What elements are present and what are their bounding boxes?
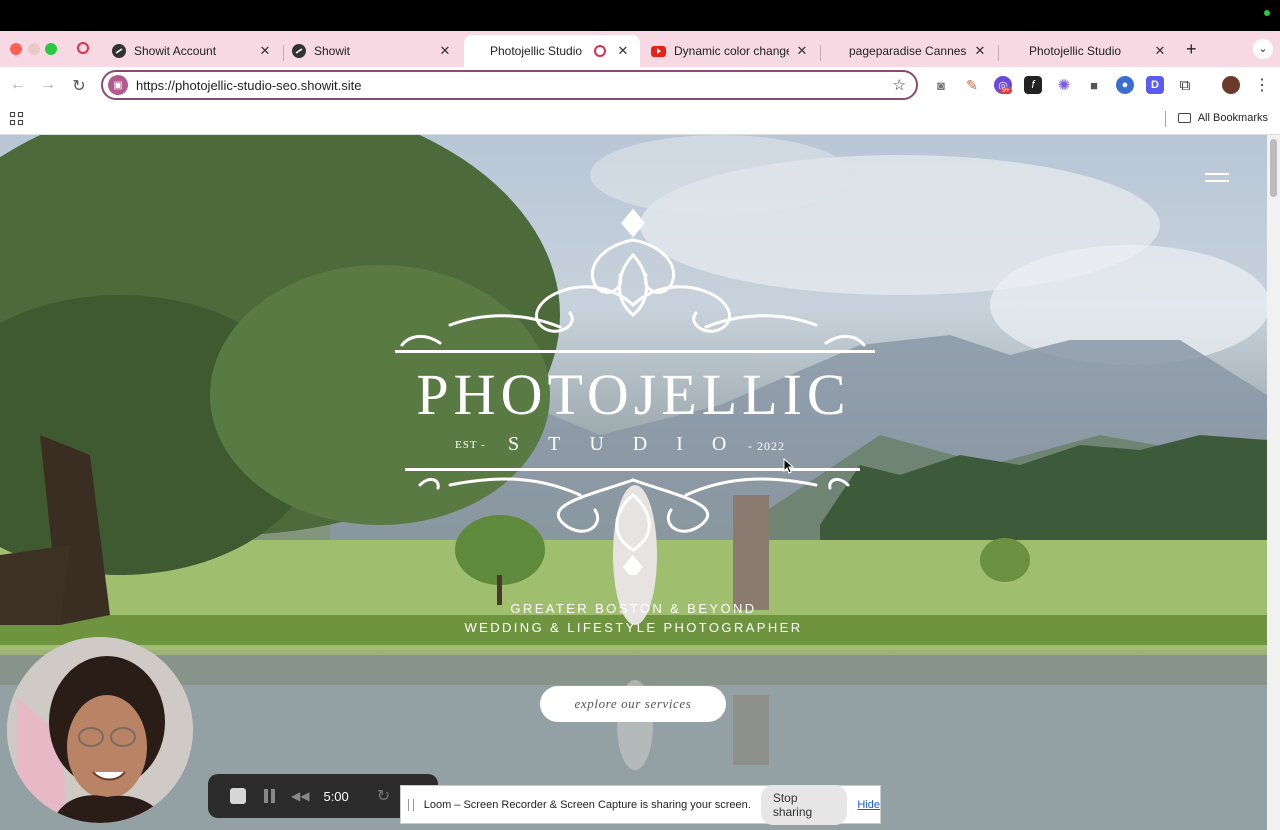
logo-year-label: - 2022 bbox=[748, 439, 785, 453]
tab-search-icon[interactable]: ⌄ bbox=[1253, 39, 1273, 59]
restart-icon[interactable]: ↻ bbox=[377, 786, 390, 806]
close-tab-icon[interactable]: ✕ bbox=[616, 43, 630, 59]
toolbar: ← → ↻ ▣ https://photojellic-studio-seo.s… bbox=[0, 67, 1280, 104]
logo-studio-label: STUDIO bbox=[508, 433, 756, 455]
explore-services-button[interactable]: explore our services bbox=[540, 686, 726, 722]
pen-icon[interactable]: ✎ bbox=[963, 76, 981, 94]
close-tab-icon[interactable]: ✕ bbox=[438, 43, 452, 59]
youtube-icon bbox=[651, 45, 666, 57]
d-extension-icon[interactable]: D bbox=[1146, 76, 1164, 94]
camera-indicator-icon bbox=[1264, 10, 1270, 16]
menu-hamburger-icon[interactable] bbox=[1205, 173, 1229, 183]
stop-sharing-button[interactable]: Stop sharing bbox=[760, 784, 848, 825]
tab-title: Photojellic Studio bbox=[490, 44, 583, 58]
bookmark-star-icon[interactable]: ☆ bbox=[893, 76, 906, 94]
drag-handle-icon[interactable] bbox=[408, 798, 414, 811]
logo-est-label: EST - bbox=[455, 439, 486, 451]
tab-title: Showit bbox=[314, 44, 351, 58]
close-tab-icon[interactable]: ✕ bbox=[258, 43, 272, 59]
all-bookmarks-button[interactable]: All Bookmarks bbox=[1177, 112, 1268, 124]
stop-recording-icon[interactable] bbox=[230, 788, 246, 804]
tab-title: pageparadise Cannes Sh bbox=[849, 44, 967, 58]
close-tab-icon[interactable]: ✕ bbox=[973, 43, 987, 59]
hide-link[interactable]: Hide bbox=[857, 799, 880, 811]
showit-icon bbox=[292, 44, 306, 58]
close-tab-icon[interactable]: ✕ bbox=[1153, 43, 1167, 59]
camera-icon[interactable]: ◙ bbox=[932, 76, 950, 94]
minimize-window-icon[interactable] bbox=[28, 43, 40, 55]
close-window-icon[interactable] bbox=[10, 43, 22, 55]
tab-photojellic-active[interactable]: Photojellic Studio ✕ bbox=[464, 35, 640, 67]
back-icon[interactable]: ← bbox=[8, 76, 28, 94]
screen-share-banner: Loom – Screen Recorder & Screen Capture … bbox=[400, 784, 881, 825]
tagline-location: GREATER BOSTON & BEYOND bbox=[510, 601, 757, 616]
bookmarks-bar: All Bookmarks bbox=[0, 104, 1280, 135]
recording-icon bbox=[77, 42, 89, 54]
rewind-icon[interactable]: ◀◀ bbox=[291, 789, 309, 803]
presenter-video bbox=[7, 637, 193, 823]
tab-title: Dynamic color change w bbox=[674, 44, 789, 58]
bookmarks-divider bbox=[1165, 111, 1166, 127]
globe-icon[interactable]: ● bbox=[1116, 76, 1134, 94]
menu-dots-icon[interactable]: ⋮ bbox=[1253, 76, 1271, 94]
puzzle-icon[interactable]: ⧉ bbox=[1176, 76, 1194, 94]
loom-webcam-bubble[interactable] bbox=[7, 637, 193, 823]
forward-icon[interactable]: → bbox=[38, 76, 58, 94]
video-icon[interactable]: ■ bbox=[1085, 76, 1103, 94]
tab-showit[interactable]: Showit ✕ bbox=[282, 35, 462, 67]
extension-badge-count: 9+ bbox=[1000, 87, 1012, 94]
tab-youtube[interactable]: Dynamic color change w ✕ bbox=[641, 35, 819, 67]
tagline-profession: WEDDING & LIFESTYLE PHOTOGRAPHER bbox=[464, 620, 803, 635]
recording-icon bbox=[594, 45, 606, 57]
new-tab-icon[interactable]: + bbox=[1186, 39, 1197, 60]
close-tab-icon[interactable]: ✕ bbox=[795, 43, 809, 59]
tab-pageparadise[interactable]: pageparadise Cannes Sh ✕ bbox=[821, 35, 997, 67]
tab-photojellic[interactable]: Photojellic Studio ✕ bbox=[999, 35, 1177, 67]
address-bar[interactable]: ▣ https://photojellic-studio-seo.showit.… bbox=[101, 70, 918, 100]
folder-icon bbox=[1177, 113, 1191, 123]
scrollbar-thumb[interactable] bbox=[1270, 139, 1277, 197]
tab-title: Photojellic Studio bbox=[1029, 44, 1122, 58]
pause-icon[interactable] bbox=[264, 789, 275, 803]
page-scrollbar[interactable] bbox=[1267, 135, 1280, 830]
all-bookmarks-label: All Bookmarks bbox=[1197, 112, 1268, 124]
avatar[interactable] bbox=[1222, 76, 1240, 94]
logo-title: PHOTOJELLIC bbox=[416, 362, 851, 427]
menu-bar bbox=[0, 0, 1280, 31]
reload-icon[interactable]: ↻ bbox=[69, 76, 89, 96]
share-message: Loom – Screen Recorder & Screen Capture … bbox=[423, 798, 751, 811]
mouse-cursor-icon bbox=[783, 458, 795, 474]
tab-strip: Showit Account ✕ Showit ✕ Photojellic St… bbox=[0, 31, 1280, 67]
site-info-icon[interactable]: ▣ bbox=[108, 75, 128, 95]
url-text[interactable]: https://photojellic-studio-seo.showit.si… bbox=[136, 78, 893, 93]
showit-icon bbox=[112, 44, 126, 58]
apps-grid-icon[interactable] bbox=[10, 112, 23, 125]
maximize-window-icon[interactable] bbox=[45, 43, 57, 55]
gear-icon[interactable]: ✺ bbox=[1055, 76, 1073, 94]
recording-timer: 5:00 bbox=[323, 788, 349, 804]
tab-showit-account[interactable]: Showit Account ✕ bbox=[102, 35, 282, 67]
tab-title: Showit Account bbox=[134, 44, 217, 58]
font-icon[interactable]: f bbox=[1024, 76, 1042, 94]
